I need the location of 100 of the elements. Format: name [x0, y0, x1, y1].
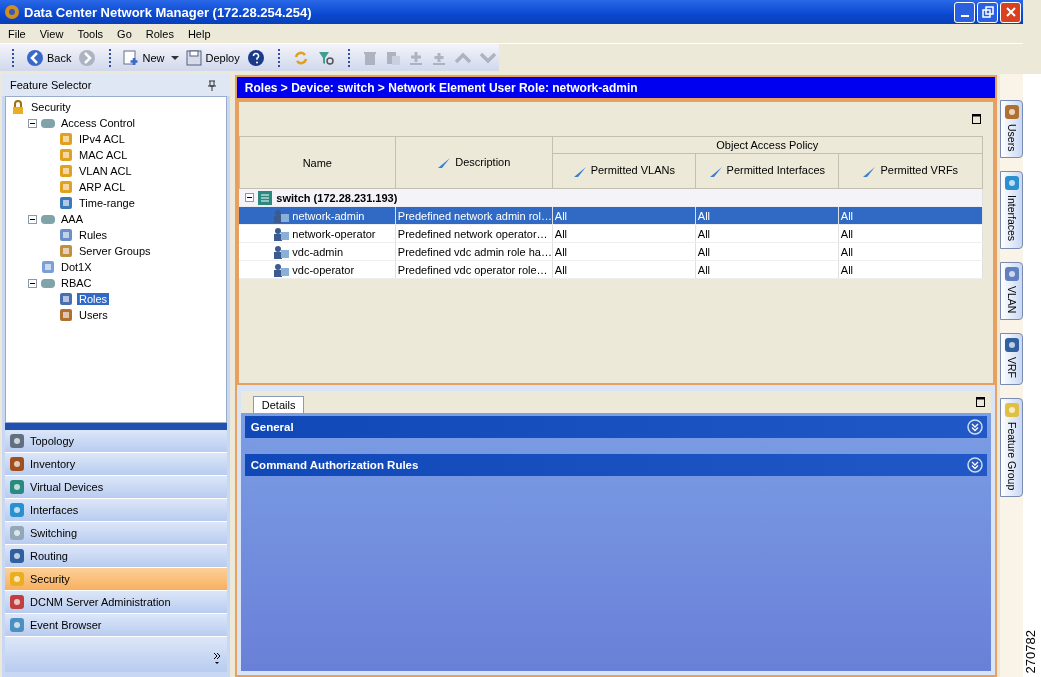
- chevron-icon[interactable]: [212, 652, 221, 666]
- column-header[interactable]: Permitted VLANs: [552, 153, 696, 189]
- table-cell: All: [840, 227, 854, 240]
- menu-item[interactable]: File: [8, 27, 26, 40]
- tree-item[interactable]: IPv4 ACL: [77, 133, 127, 145]
- window-title: Data Center Network Manager (172.28.254.254): [24, 4, 313, 20]
- pencil-icon: [862, 165, 877, 178]
- table-cell: vdc-admin: [292, 245, 344, 258]
- splitter-handle[interactable]: [5, 423, 227, 430]
- tree-item[interactable]: RBAC: [59, 277, 94, 289]
- table-cell: All: [554, 227, 568, 240]
- navigation-button[interactable]: Topology: [5, 430, 227, 453]
- tree-item[interactable]: Roles: [77, 293, 110, 305]
- menu-item[interactable]: Go: [117, 27, 132, 40]
- tree-item[interactable]: MAC ACL: [77, 149, 130, 161]
- navigation-button[interactable]: Routing: [5, 545, 227, 568]
- pencil-icon: [708, 165, 723, 178]
- table-row[interactable]: network-admin Predefined network admin rol… All All All: [239, 206, 983, 225]
- minimize-button[interactable]: [954, 1, 975, 23]
- column-header[interactable]: Name: [239, 136, 396, 189]
- close-button[interactable]: [1000, 1, 1021, 23]
- table-cell: All: [697, 263, 711, 276]
- feature-icon: [1003, 401, 1020, 418]
- pencil-icon: [572, 165, 587, 178]
- table-cell: Predefined vdc admin role ha…: [397, 245, 552, 258]
- menu-item[interactable]: Tools: [77, 27, 104, 40]
- device-group-label: switch (172.28.231.193): [276, 191, 398, 204]
- collapse-toggle[interactable]: [245, 193, 255, 202]
- table-cell: All: [840, 209, 854, 222]
- table-cell: All: [697, 209, 711, 222]
- maximize-icon[interactable]: [976, 397, 986, 407]
- table-cell: All: [697, 245, 711, 258]
- menu-item[interactable]: View: [39, 27, 64, 40]
- side-tab[interactable]: Users: [1000, 100, 1024, 159]
- column-group-header: Object Access Policy: [552, 136, 983, 154]
- tree-item[interactable]: Rules: [77, 229, 110, 241]
- new-button[interactable]: New: [121, 48, 167, 67]
- collapse-toggle[interactable]: [28, 118, 37, 128]
- pin-icon: [207, 79, 216, 91]
- paste-icon: [384, 49, 401, 66]
- app-icon: [4, 4, 20, 20]
- navigation-button[interactable]: DCNM Server Administration: [5, 591, 227, 614]
- back-button[interactable]: Back: [24, 47, 74, 68]
- section-header[interactable]: General: [244, 416, 988, 438]
- feature-icon: [58, 147, 74, 163]
- menu-item[interactable]: Roles: [145, 27, 174, 40]
- column-header[interactable]: Description: [395, 136, 553, 189]
- menu-item[interactable]: Help: [187, 27, 211, 40]
- tree-item[interactable]: AAA: [59, 213, 85, 225]
- navigation-button[interactable]: Switching: [5, 522, 227, 545]
- role-icon: [273, 208, 290, 223]
- expand-icon: [967, 419, 984, 435]
- collapse-toggle[interactable]: [28, 214, 37, 224]
- table-cell: All: [554, 263, 568, 276]
- restore-button[interactable]: [977, 1, 998, 23]
- up-chevron-icon: [453, 50, 472, 65]
- side-tab[interactable]: VRF: [1000, 332, 1024, 385]
- navigation-button[interactable]: Security: [5, 568, 227, 591]
- table-cell: Predefined network admin rol…: [397, 209, 552, 222]
- table-cell: All: [840, 245, 854, 258]
- insert-icon: [407, 49, 424, 66]
- down-chevron-icon: [478, 50, 497, 65]
- details-tab[interactable]: Details: [252, 396, 305, 413]
- side-tab[interactable]: Interfaces: [1000, 171, 1024, 249]
- table-cell: network-admin: [292, 209, 365, 222]
- table-row[interactable]: vdc-admin Predefined vdc admin role ha… All All All: [239, 242, 983, 261]
- minimize-icon: [960, 14, 969, 17]
- tree-item[interactable]: ARP ACL: [77, 181, 128, 193]
- tree-item[interactable]: Dot1X: [59, 261, 94, 273]
- table-cell: All: [554, 209, 568, 222]
- tree-item[interactable]: Users: [77, 309, 110, 321]
- section-header[interactable]: Command Authorization Rules: [244, 454, 988, 476]
- column-header[interactable]: Permitted Interfaces: [695, 153, 839, 189]
- collapse-toggle[interactable]: [28, 278, 37, 288]
- tree-item[interactable]: VLAN ACL: [77, 165, 134, 177]
- tree-item[interactable]: Security: [29, 101, 73, 113]
- column-header[interactable]: Permitted VRFs: [838, 153, 983, 189]
- side-tab[interactable]: VLAN: [1000, 261, 1024, 320]
- help-icon: [246, 48, 265, 67]
- maximize-icon[interactable]: [972, 114, 982, 124]
- table-cell: All: [554, 245, 568, 258]
- table-row[interactable]: network-operator Predefined network operator… All All All: [239, 224, 983, 243]
- table-row[interactable]: vdc-operator Predefined vdc operator role… All All All: [239, 260, 983, 279]
- navigation-button[interactable]: Virtual Devices: [5, 476, 227, 499]
- feature-icon: [58, 291, 74, 307]
- trash-icon: [361, 49, 378, 66]
- tree-item[interactable]: Server Groups: [77, 245, 153, 257]
- navigation-button[interactable]: Interfaces: [5, 499, 227, 522]
- deploy-button[interactable]: Deploy: [184, 48, 242, 67]
- feature-icon: [58, 243, 74, 259]
- feature-icon: [58, 179, 74, 195]
- tree-item[interactable]: Time-range: [77, 197, 137, 209]
- navigation-button[interactable]: Inventory: [5, 453, 227, 476]
- role-icon: [273, 226, 290, 241]
- side-tab[interactable]: Feature Group: [1000, 397, 1024, 498]
- table-cell: vdc-operator: [292, 263, 355, 276]
- table-cell: All: [697, 227, 711, 240]
- navigation-button[interactable]: Event Browser: [5, 614, 227, 637]
- tree-item[interactable]: Access Control: [59, 117, 137, 129]
- dropdown-button[interactable]: [169, 53, 182, 62]
